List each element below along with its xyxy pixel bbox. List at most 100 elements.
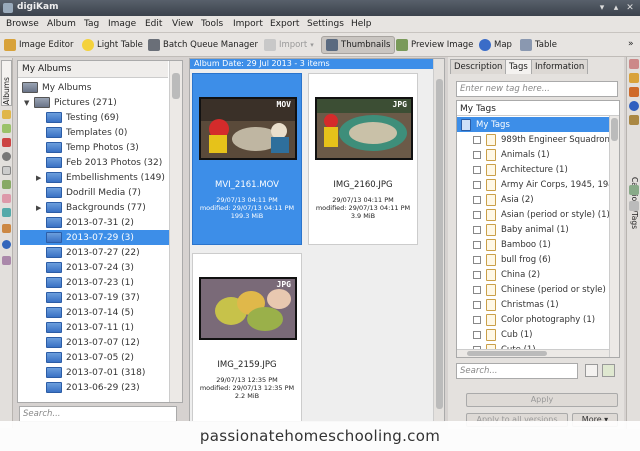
table-button[interactable]: Table bbox=[520, 36, 557, 54]
tag-checkbox[interactable] bbox=[473, 225, 481, 234]
album-pictures[interactable]: ▼ Pictures (271) bbox=[24, 95, 117, 110]
album-item[interactable]: ▶ Backgrounds (77) bbox=[36, 200, 146, 215]
album-item[interactable]: 2013-06-29 (23) bbox=[46, 380, 140, 395]
maximize-icon[interactable]: ▴ bbox=[610, 2, 622, 14]
tab-description[interactable]: Description bbox=[450, 59, 507, 74]
tag-item[interactable]: Army Air Corps, 1945, 194 bbox=[473, 177, 614, 192]
album-item[interactable]: 2013-07-14 (5) bbox=[46, 305, 134, 320]
tag-checkbox[interactable] bbox=[473, 180, 481, 189]
tags-horizontal-scrollbar[interactable] bbox=[457, 349, 609, 357]
tag-checkbox[interactable] bbox=[473, 210, 481, 219]
album-item[interactable]: 2013-07-27 (22) bbox=[46, 245, 140, 260]
tab-information[interactable]: Information bbox=[531, 59, 589, 74]
tag-item[interactable]: Chinese (period or style) (1) bbox=[473, 282, 619, 297]
tag-root[interactable]: My Tags bbox=[457, 117, 609, 132]
search-sidebar-icon[interactable] bbox=[2, 166, 11, 175]
album-item[interactable]: 2013-07-24 (3) bbox=[46, 260, 134, 275]
dates-sidebar-icon[interactable] bbox=[2, 138, 11, 147]
tag-checkbox[interactable] bbox=[473, 165, 481, 174]
tags-horizontal-scrollbar-thumb[interactable] bbox=[467, 351, 547, 356]
preview-image-button[interactable]: Preview Image bbox=[396, 36, 473, 54]
menu-album[interactable]: Album bbox=[47, 19, 76, 29]
album-item[interactable]: Templates (0) bbox=[46, 125, 127, 140]
album-item[interactable]: 2013-07-23 (1) bbox=[46, 275, 134, 290]
properties-sidebar-icon[interactable] bbox=[629, 59, 639, 69]
thumbnails-scrollbar[interactable] bbox=[433, 59, 444, 421]
new-tag-input[interactable]: Enter new tag here... bbox=[456, 81, 618, 97]
map-search-sidebar-icon[interactable] bbox=[2, 194, 11, 203]
tag-checkbox[interactable] bbox=[473, 255, 481, 264]
tag-item[interactable]: Asia (2) bbox=[473, 192, 534, 207]
tag-checkbox[interactable] bbox=[473, 330, 481, 339]
menu-settings[interactable]: Settings bbox=[307, 19, 344, 29]
tags-scrollbar[interactable] bbox=[609, 116, 619, 357]
menu-view[interactable]: View bbox=[172, 19, 193, 29]
versions-sidebar-icon[interactable] bbox=[629, 115, 639, 125]
album-item[interactable]: Temp Photos (3) bbox=[46, 140, 139, 155]
tag-assign-icon[interactable] bbox=[602, 364, 615, 377]
tag-item[interactable]: Animals (1) bbox=[473, 147, 550, 162]
tab-albums[interactable]: Albums bbox=[1, 60, 12, 106]
thumbnail-card[interactable]: JPG IMG_2159.JPG 29/07/13 12:35 PM modif… bbox=[192, 253, 302, 421]
menu-edit[interactable]: Edit bbox=[145, 19, 162, 29]
menu-import[interactable]: Import bbox=[233, 19, 263, 29]
labels-sidebar-icon[interactable] bbox=[2, 124, 11, 133]
batch-queue-button[interactable]: Batch Queue Manager bbox=[148, 36, 258, 54]
album-item[interactable]: ▶ Embellishments (149) bbox=[36, 170, 165, 185]
globe-sidebar-icon[interactable] bbox=[2, 240, 11, 249]
album-item[interactable]: Dodrill Media (7) bbox=[46, 185, 141, 200]
tab-tags[interactable]: Tags bbox=[505, 59, 532, 74]
edit-sidebar-icon[interactable] bbox=[2, 224, 11, 233]
timeline-sidebar-icon[interactable] bbox=[2, 152, 11, 161]
apply-button[interactable]: Apply bbox=[466, 393, 618, 407]
tag-item[interactable]: Bamboo (1) bbox=[473, 237, 551, 252]
tags-scrollbar-thumb[interactable] bbox=[611, 118, 618, 141]
album-item[interactable]: Feb 2013 Photos (32) bbox=[46, 155, 162, 170]
album-item[interactable]: 2013-07-11 (1) bbox=[46, 320, 134, 335]
geolocation-sidebar-icon[interactable] bbox=[629, 101, 639, 111]
image-editor-button[interactable]: Image Editor bbox=[4, 36, 73, 54]
toolbar-overflow-icon[interactable]: » bbox=[628, 39, 634, 49]
menu-tag[interactable]: Tag bbox=[84, 19, 99, 29]
people-sidebar-icon[interactable] bbox=[2, 208, 11, 217]
tag-item[interactable]: Baby animal (1) bbox=[473, 222, 569, 237]
tags-search-input[interactable]: Search... bbox=[456, 363, 578, 379]
tag-checkbox[interactable] bbox=[473, 150, 481, 159]
tag-item[interactable]: China (2) bbox=[473, 267, 540, 282]
tag-item[interactable]: Architecture (1) bbox=[473, 162, 568, 177]
album-root[interactable]: My Albums bbox=[22, 80, 91, 95]
tag-item[interactable]: bull frog (6) bbox=[473, 252, 551, 267]
close-icon[interactable]: ✕ bbox=[624, 2, 636, 14]
tools-sidebar-icon[interactable] bbox=[629, 201, 639, 211]
colors-sidebar-icon[interactable] bbox=[629, 87, 639, 97]
menu-image[interactable]: Image bbox=[108, 19, 136, 29]
map-button[interactable]: Map bbox=[479, 36, 512, 54]
tag-item[interactable]: Christmas (1) bbox=[473, 297, 559, 312]
album-item[interactable]: 2013-07-07 (12) bbox=[46, 335, 140, 350]
albums-search-input[interactable]: Search... bbox=[19, 406, 177, 422]
menu-export[interactable]: Export bbox=[270, 19, 299, 29]
album-item[interactable]: 2013-07-01 (318) bbox=[46, 365, 145, 380]
tag-checkbox[interactable] bbox=[473, 195, 481, 204]
light-table-button[interactable]: Light Table bbox=[82, 36, 143, 54]
tag-item[interactable]: 989th Engineer Squadron bbox=[473, 132, 610, 147]
filters-sidebar-icon[interactable] bbox=[629, 185, 639, 195]
menu-help[interactable]: Help bbox=[351, 19, 372, 29]
albums-scrollbar-thumb[interactable] bbox=[172, 73, 180, 99]
tag-checkbox[interactable] bbox=[473, 285, 481, 294]
thumbnail-card[interactable]: JPG IMG_2160.JPG 29/07/13 04:11 PM modif… bbox=[308, 73, 418, 245]
tag-checkbox[interactable] bbox=[473, 240, 481, 249]
import-button[interactable]: Import ▾ bbox=[264, 36, 314, 54]
tag-checkbox[interactable] bbox=[473, 315, 481, 324]
tag-checkbox[interactable] bbox=[473, 300, 481, 309]
minimize-icon[interactable]: ▾ bbox=[596, 2, 608, 14]
tags-sidebar-icon[interactable] bbox=[2, 110, 11, 119]
thumbnails-scrollbar-thumb[interactable] bbox=[436, 79, 443, 409]
thumbnail-card-selected[interactable]: MOV MVI_2161.MOV 29/07/13 04:11 PM modif… bbox=[192, 73, 302, 245]
fuzzy-search-sidebar-icon[interactable] bbox=[2, 180, 11, 189]
albums-scrollbar[interactable] bbox=[169, 61, 182, 402]
album-item[interactable]: 2013-07-05 (2) bbox=[46, 350, 134, 365]
tag-item[interactable]: Color photography (1) bbox=[473, 312, 595, 327]
album-item[interactable]: Testing (69) bbox=[46, 110, 119, 125]
pin-sidebar-icon[interactable] bbox=[2, 256, 11, 265]
